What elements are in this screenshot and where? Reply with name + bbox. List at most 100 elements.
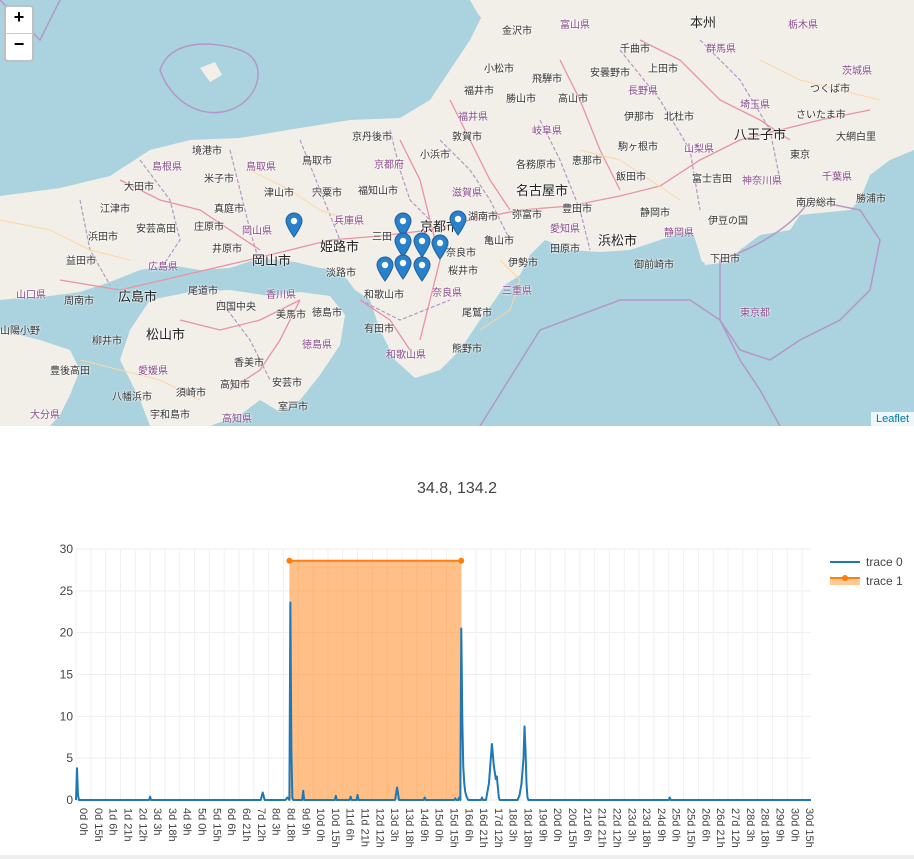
map-place-label: 安芸高田	[136, 224, 176, 235]
x-tick-label: 25d 15h	[685, 808, 697, 848]
y-tick-label: 30	[60, 542, 74, 556]
map-place-label: 姫路市	[320, 239, 360, 254]
map-place-label: 宍粟市	[312, 188, 342, 199]
x-tick-label: 5d 0h	[196, 808, 208, 836]
zoom-in-button[interactable]: +	[6, 7, 32, 33]
x-tick-label: 4d 9h	[181, 808, 193, 836]
bottom-divider	[0, 855, 914, 859]
map-place-label: 徳島県	[302, 340, 332, 351]
x-tick-label: 20d 15h	[566, 808, 578, 848]
map-place-label: 飛騨市	[532, 74, 562, 85]
map-marker-pin-icon[interactable]	[413, 256, 431, 282]
map-place-label: つくば市	[810, 84, 850, 95]
map-place-label: 尾鷲市	[462, 308, 492, 319]
map-place-label: 高知市	[220, 380, 250, 391]
legend-label-trace-0: trace 0	[866, 554, 903, 569]
map-place-label: 飯田市	[616, 172, 646, 183]
y-tick-label: 5	[66, 751, 73, 765]
x-tick-label: 0d 0h	[77, 808, 89, 836]
x-tick-label: 26d 6h	[699, 808, 711, 842]
zoom-control: + −	[4, 5, 34, 62]
map-place-label: 尾道市	[188, 286, 218, 297]
leaflet-attribution-link[interactable]: Leaflet	[870, 412, 914, 426]
map-place-label: 栃木県	[788, 20, 818, 31]
x-tick-label: 15d 15h	[447, 808, 459, 848]
x-tick-label: 29d 9h	[773, 808, 785, 842]
map-marker-pin-icon[interactable]	[394, 254, 412, 280]
map-place-label: 埼玉県	[740, 100, 770, 111]
map-place-label: 勝浦市	[856, 194, 886, 205]
map-place-label: 茨城県	[842, 66, 872, 77]
map-place-label: 各務原市	[516, 160, 556, 171]
map-place-label: 島根県	[152, 162, 182, 173]
map-marker-pin-icon[interactable]	[376, 256, 394, 282]
map-place-label: 下田市	[710, 254, 740, 265]
map-place-label: 熊野市	[452, 344, 482, 355]
map-place-label: 須崎市	[176, 388, 206, 399]
map-place-label: 小松市	[484, 64, 514, 75]
map-place-label: 浜松市	[598, 233, 638, 248]
map-marker-pin-icon[interactable]	[449, 210, 467, 236]
map-marker-pin-icon[interactable]	[285, 212, 303, 238]
x-tick-label: 9d 9h	[299, 808, 311, 836]
x-tick-label: 25d 0h	[670, 808, 682, 842]
map-place-label: 神奈川県	[742, 176, 782, 187]
x-tick-label: 22d 12h	[610, 808, 622, 848]
x-tick-label: 16d 6h	[462, 808, 474, 842]
zoom-out-button[interactable]: −	[6, 33, 32, 60]
map-place-label: 伊那市	[624, 112, 654, 123]
x-tick-label: 17d 12h	[492, 808, 504, 848]
map-marker-pin-icon[interactable]	[431, 234, 449, 260]
x-tick-label: 8d 3h	[270, 808, 282, 836]
map-place-label: 京都府	[374, 160, 404, 171]
map-place-label: 亀山市	[484, 236, 514, 247]
trace-1-point	[286, 557, 293, 564]
map-place-label: 津山市	[264, 188, 294, 199]
map-place-label: 奈良市	[446, 248, 476, 259]
legend-item-trace-1[interactable]: trace 1	[830, 571, 903, 590]
map-place-label: 東京	[790, 150, 810, 161]
map-place-label: 福知山市	[358, 186, 398, 197]
legend-area-icon	[830, 574, 860, 585]
x-tick-label: 30d 0h	[788, 808, 800, 842]
map-place-label: 美馬市	[276, 310, 306, 321]
time-series-chart[interactable]: 0 5 10 15 20 25 30 0d 0h 0d 15h 1d 6h 1d 21h 2d 12h…	[0, 426, 914, 855]
x-tick-label: 6d 6h	[225, 808, 237, 836]
map-place-label: 恵那市	[572, 156, 602, 167]
x-tick-label: 8d 18h	[284, 808, 296, 842]
map[interactable]: 本州 金沢市 富山県 群馬県 栃木県 千曲市 小松市 飛騨市 安曇野市 上田市 茨城県 福井市 勝山市高…	[0, 0, 914, 426]
map-place-label: 奈良県	[432, 288, 462, 299]
map-place-label: 八幡浜市	[112, 392, 152, 403]
map-place-label: 京丹後市	[352, 132, 392, 143]
map-place-label: 長野県	[628, 86, 658, 97]
map-place-label: 御前崎市	[634, 260, 674, 271]
map-place-label: 鳥取市	[302, 156, 332, 167]
map-place-label: 香川県	[266, 290, 296, 301]
legend-label-trace-1: trace 1	[866, 573, 903, 588]
x-tick-label: 18d 18h	[522, 808, 534, 848]
map-place-label: 香美市	[234, 358, 264, 369]
map-place-label: 岡山市	[252, 253, 292, 268]
map-place-label: 駒ヶ根市	[618, 142, 658, 153]
map-place-label: 三田	[372, 232, 392, 243]
map-place-label: 伊勢市	[508, 258, 538, 269]
legend-item-trace-0[interactable]: trace 0	[830, 552, 903, 571]
map-place-label: 安曇野市	[590, 68, 630, 79]
x-tick-label: 10d 15h	[329, 808, 341, 848]
map-place-label: 井原市	[212, 244, 242, 255]
map-place-label: 千曲市	[620, 44, 650, 55]
map-place-label: 岐阜県	[532, 126, 562, 137]
x-tick-label: 23d 3h	[625, 808, 637, 842]
map-place-label: 福井県	[458, 112, 488, 123]
map-marker-pin-icon[interactable]	[413, 232, 431, 258]
map-place-label: 桜井市	[448, 266, 478, 277]
map-place-label: 江津市	[100, 204, 130, 215]
map-place-label: 周南市	[64, 296, 94, 307]
x-tick-label: 16d 21h	[477, 808, 489, 848]
oki-island	[200, 62, 222, 82]
x-tick-label: 7d 12h	[255, 808, 267, 842]
map-place-label: 高知県	[222, 414, 252, 425]
map-place-label: 真庭市	[214, 204, 244, 215]
x-tick-label: 11d 6h	[344, 808, 356, 841]
map-place-label: 和歌山県	[386, 350, 426, 361]
